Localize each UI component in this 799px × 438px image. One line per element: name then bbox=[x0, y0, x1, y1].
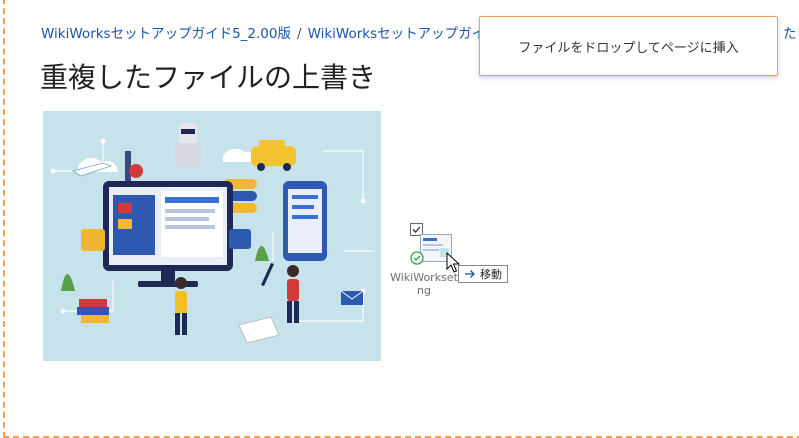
arrow-right-icon bbox=[465, 270, 475, 278]
dragged-file-name-line2: ng bbox=[417, 284, 431, 297]
drop-hint-tooltip: ファイルをドロップしてページに挿入 bbox=[479, 16, 778, 76]
breadcrumb: WikiWorksセットアップガイド5_2.00版 / WikiWorksセットアッ… bbox=[41, 22, 485, 42]
it-illustration-image bbox=[43, 111, 381, 361]
breadcrumb-item-current[interactable]: WikiWorksセットアップガイ bbox=[308, 26, 486, 42]
drag-action-badge: 移動 bbox=[458, 265, 508, 283]
sync-ok-icon bbox=[410, 251, 424, 265]
breadcrumb-separator: / bbox=[297, 26, 302, 42]
breadcrumb-overflow-text: た bbox=[783, 26, 797, 42]
drag-action-label: 移動 bbox=[480, 268, 502, 281]
page-title: 重複したファイルの上書き bbox=[40, 61, 377, 94]
breadcrumb-item-guide[interactable]: WikiWorksセットアップガイド5_2.00版 bbox=[41, 26, 291, 42]
dragged-file-name: WikiWorkset ng bbox=[384, 271, 464, 297]
drop-hint-text: ファイルをドロップしてページに挿入 bbox=[518, 40, 739, 56]
